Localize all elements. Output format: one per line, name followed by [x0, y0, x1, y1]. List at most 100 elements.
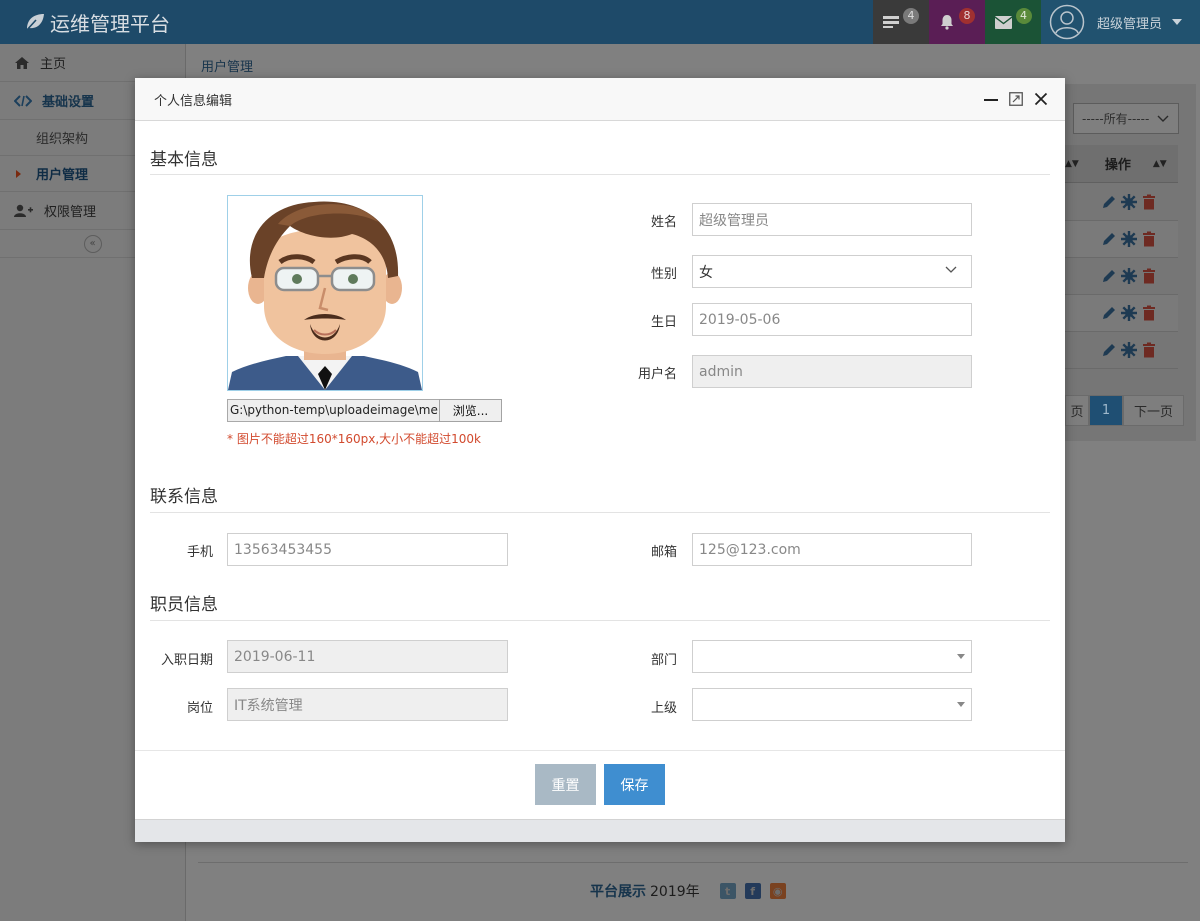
footer-divider	[198, 862, 1188, 863]
filter-select[interactable]: -----所有-----	[1073, 103, 1179, 134]
tasks-menu[interactable]: 4	[873, 0, 929, 44]
settings-icon[interactable]	[1121, 305, 1137, 321]
collapse-icon[interactable]: «	[83, 234, 102, 253]
sort-icon[interactable]: ▲▼	[1153, 159, 1167, 169]
sidebar-item-label: 用户管理	[36, 168, 89, 183]
settings-icon[interactable]	[1121, 194, 1137, 210]
table-row	[1065, 221, 1178, 258]
messages-count-badge: 4	[1015, 8, 1032, 24]
department-label: 部门	[650, 653, 677, 668]
close-icon[interactable]	[1033, 91, 1049, 107]
dropdown-arrow-icon	[957, 702, 965, 707]
phone-field-value: 13563453455	[234, 541, 332, 558]
messages-menu[interactable]: 4	[985, 0, 1041, 44]
modal-header: 个人信息编辑	[135, 78, 1065, 121]
tasks-count-badge: 4	[903, 8, 919, 24]
edit-icon[interactable]	[1101, 268, 1117, 284]
edit-icon[interactable]	[1101, 342, 1117, 358]
modal-footer-divider	[135, 750, 1065, 751]
edit-icon[interactable]	[1101, 305, 1117, 321]
footer-brand-link[interactable]: 平台展示	[590, 881, 646, 901]
hire-date-field: 2019-06-11	[227, 640, 508, 673]
browse-button[interactable]: 浏览...	[439, 399, 502, 422]
footer-year: 2019年	[650, 884, 700, 900]
hire-date-field-value: 2019-06-11	[234, 648, 316, 665]
minimize-icon[interactable]	[983, 91, 999, 107]
trash-icon[interactable]	[1141, 231, 1157, 247]
save-button[interactable]: 保存	[604, 764, 665, 805]
email-label: 邮箱	[650, 545, 677, 560]
birthday-label: 生日	[650, 315, 677, 330]
section-divider	[150, 620, 1050, 621]
trash-icon[interactable]	[1141, 194, 1157, 210]
settings-icon[interactable]	[1121, 342, 1137, 358]
department-select[interactable]	[692, 640, 972, 673]
rss-icon[interactable]: ◉	[769, 883, 786, 899]
gender-label: 性别	[650, 267, 677, 282]
section-title-basic: 基本信息	[150, 150, 218, 170]
app-title: 运维管理平台	[50, 11, 170, 36]
top-navbar: 运维管理平台 4 8 4 超级管理员	[0, 0, 1200, 44]
chevron-down-icon	[1157, 115, 1169, 122]
table-row	[1065, 184, 1178, 221]
email-field[interactable]: 125@123.com	[692, 533, 972, 566]
leaf-icon	[25, 14, 44, 32]
superior-label: 上级	[650, 701, 677, 716]
twitter-icon[interactable]: t	[719, 883, 736, 899]
dropdown-arrow-icon	[957, 654, 965, 659]
birthday-field[interactable]: 2019-05-06	[692, 303, 972, 336]
pager-next-button[interactable]: 下一页	[1123, 395, 1184, 426]
edit-icon[interactable]	[1101, 231, 1117, 247]
modal-bottom-bar	[135, 819, 1065, 842]
caret-down-icon	[1172, 19, 1183, 25]
sidebar-item-label: 权限管理	[44, 205, 97, 220]
gender-select[interactable]: 女	[692, 255, 972, 288]
name-field[interactable]: 超级管理员	[692, 203, 972, 236]
section-divider	[150, 512, 1050, 513]
notifications-menu[interactable]: 8	[929, 0, 985, 44]
bell-icon	[941, 15, 953, 30]
trash-icon[interactable]	[1141, 268, 1157, 284]
table-row	[1065, 295, 1178, 332]
birthday-field-value: 2019-05-06	[699, 311, 781, 328]
profile-photo	[227, 195, 423, 391]
sort-icon[interactable]: ▲▼	[1065, 159, 1079, 169]
table-row	[1065, 258, 1178, 295]
phone-field[interactable]: 13563453455	[227, 533, 508, 566]
sidebar-item-home[interactable]: 主页	[0, 44, 185, 82]
footer: 平台展示 2019年 t f ◉	[590, 880, 786, 902]
settings-icon[interactable]	[1121, 231, 1137, 247]
edit-icon[interactable]	[1101, 194, 1117, 210]
username-field: admin	[692, 355, 972, 388]
trash-icon[interactable]	[1141, 342, 1157, 358]
sidebar-item-label: 组织架构	[36, 132, 89, 147]
profile-edit-modal: 个人信息编辑 基本信息 G:\python-temp\uploadeimage\…	[135, 78, 1065, 842]
section-divider	[150, 174, 1050, 175]
superior-select[interactable]	[692, 688, 972, 721]
user-menu[interactable]: 超级管理员	[1041, 0, 1200, 44]
photo-size-hint: * 图片不能超过160*160px,大小不能超过100k	[227, 432, 482, 446]
name-label: 姓名	[650, 215, 677, 230]
app-brand[interactable]: 运维管理平台	[24, 8, 170, 36]
home-icon	[15, 56, 29, 69]
settings-icon[interactable]	[1121, 268, 1137, 284]
facebook-icon[interactable]: f	[744, 883, 761, 899]
username-label: 用户名	[637, 367, 677, 382]
trash-icon[interactable]	[1141, 305, 1157, 321]
reset-button[interactable]: 重置	[535, 764, 596, 805]
photo-file-path[interactable]: G:\python-temp\uploadeimage\me	[227, 399, 440, 422]
sidebar-item-label: 主页	[40, 57, 67, 72]
modal-window-controls	[983, 91, 1049, 107]
gender-select-value: 女	[699, 264, 713, 281]
user-plus-icon	[14, 204, 33, 217]
table-header: ▲▼ 操作 ▲▼	[1065, 145, 1178, 183]
pager-prev-button[interactable]: 页	[1065, 395, 1089, 426]
tasks-icon	[883, 16, 899, 28]
maximize-icon[interactable]	[1008, 91, 1024, 107]
pager-page-1[interactable]: 1	[1089, 395, 1123, 426]
section-title-contact: 联系信息	[150, 487, 218, 507]
notifications-count-badge: 8	[959, 8, 975, 24]
breadcrumb[interactable]: 用户管理	[201, 56, 253, 75]
column-header-operations[interactable]: 操作	[1105, 154, 1131, 173]
user-name: 超级管理员	[1097, 16, 1163, 32]
